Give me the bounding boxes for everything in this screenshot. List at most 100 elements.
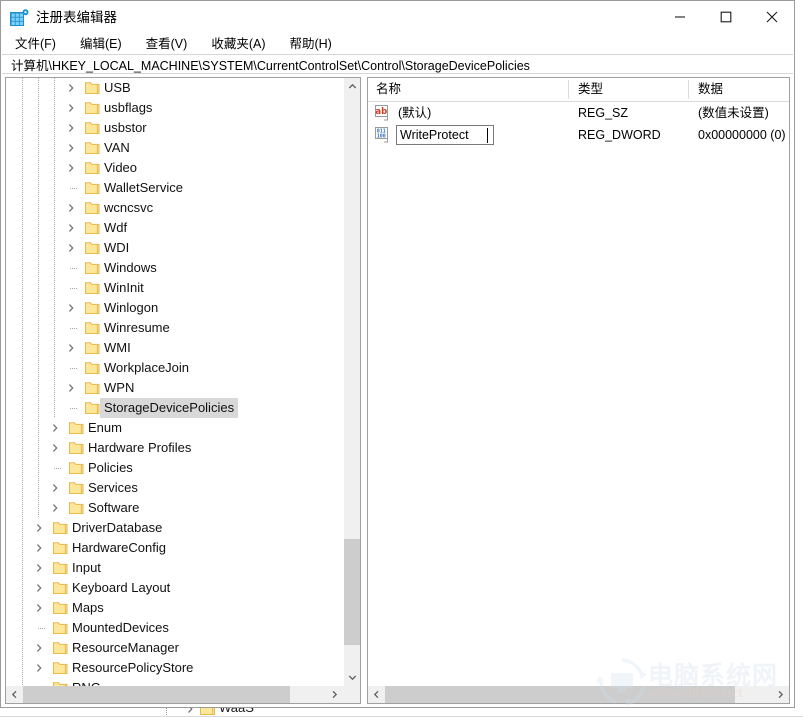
tree-item-wpn[interactable]: WPN (6, 378, 343, 398)
chevron-right-icon[interactable] (50, 423, 60, 433)
values-horizontal-scroll-thumb[interactable] (385, 686, 735, 703)
tree-guide-line (22, 618, 23, 638)
tree-item-mounteddevices[interactable]: MountedDevices (6, 618, 343, 638)
tree-item-wdi[interactable]: WDI (6, 238, 343, 258)
menu-help[interactable]: 帮助(H) (289, 33, 331, 52)
value-rename-input[interactable]: WriteProtect (396, 125, 494, 145)
folder-icon (53, 581, 68, 595)
tree-item-label: usbstor (104, 120, 147, 135)
tree-item-wmi[interactable]: WMI (6, 338, 343, 358)
tree-item-label: HardwareConfig (72, 540, 166, 555)
chevron-right-icon[interactable] (66, 103, 76, 113)
tree-vertical-scroll-thumb[interactable] (344, 539, 360, 645)
chevron-right-icon[interactable] (50, 443, 60, 453)
tree-item-policies[interactable]: Policies (6, 458, 343, 478)
chevron-right-icon[interactable] (34, 523, 44, 533)
chevron-right-icon[interactable] (50, 483, 60, 493)
values-scroll-right-button[interactable] (772, 686, 789, 703)
tree-item-usb[interactable]: USB (6, 78, 343, 98)
chevron-right-icon[interactable] (66, 83, 76, 93)
tree-guide-line (54, 198, 55, 218)
tree-elbow-line (70, 268, 78, 269)
tree-guide-line (22, 418, 23, 438)
tree-vertical-scrollbar[interactable] (343, 78, 360, 686)
chevron-right-icon[interactable] (66, 163, 76, 173)
folder-icon (53, 621, 68, 635)
column-header-name[interactable]: 名称 (368, 78, 401, 101)
tree-horizontal-scrollbar[interactable] (6, 686, 343, 703)
chevron-right-icon[interactable] (34, 603, 44, 613)
menu-view[interactable]: 查看(V) (146, 33, 188, 52)
minimize-button[interactable] (657, 1, 702, 32)
tree-item-workplacejoin[interactable]: WorkplaceJoin (6, 358, 343, 378)
tree-item-enum[interactable]: Enum (6, 418, 343, 438)
tree-item-driverdatabase[interactable]: DriverDatabase (6, 518, 343, 538)
tree-item-usbstor[interactable]: usbstor (6, 118, 343, 138)
tree-guide-line (22, 578, 23, 598)
column-divider-1[interactable] (568, 80, 569, 99)
chevron-right-icon[interactable] (66, 243, 76, 253)
tree-item-storagedevicepolicies[interactable]: StorageDevicePolicies (6, 398, 343, 418)
tree-guide-line (38, 78, 39, 98)
menu-favorites[interactable]: 收藏夹(A) (211, 33, 265, 52)
tree-item-keyboard-layout[interactable]: Keyboard Layout (6, 578, 343, 598)
tree-item-winlogon[interactable]: Winlogon (6, 298, 343, 318)
chevron-right-icon[interactable] (34, 543, 44, 553)
tree-item-video[interactable]: Video (6, 158, 343, 178)
chevron-right-icon[interactable] (66, 203, 76, 213)
tree-scroll-up-button[interactable] (344, 78, 360, 95)
chevron-right-icon[interactable] (50, 503, 60, 513)
tree-item-rng[interactable]: RNG (6, 678, 343, 686)
tree-item-wcncsvc[interactable]: wcncsvc (6, 198, 343, 218)
tree-item-resourcepolicystore[interactable]: ResourcePolicyStore (6, 658, 343, 678)
values-scroll-left-button[interactable] (368, 686, 385, 703)
values-horizontal-scrollbar[interactable] (368, 686, 789, 703)
tree-item-winresume[interactable]: Winresume (6, 318, 343, 338)
tree-item-hardware-profiles[interactable]: Hardware Profiles (6, 438, 343, 458)
chevron-right-icon[interactable] (66, 343, 76, 353)
menu-edit[interactable]: 编辑(E) (80, 33, 122, 52)
tree-item-software[interactable]: Software (6, 498, 343, 518)
tree-item-wininit[interactable]: WinInit (6, 278, 343, 298)
tree-item-services[interactable]: Services (6, 478, 343, 498)
chevron-right-icon[interactable] (66, 303, 76, 313)
folder-icon (53, 521, 68, 535)
chevron-right-icon[interactable] (34, 563, 44, 573)
tree-viewport[interactable]: USB usbflags usbstor VAN Video WalletService w… (6, 78, 343, 686)
tree-item-input[interactable]: Input (6, 558, 343, 578)
table-row[interactable]: 011 100 WriteProtect REG_DWORD 0x0000000… (368, 124, 789, 146)
tree-item-van[interactable]: VAN (6, 138, 343, 158)
chevron-right-icon[interactable] (34, 583, 44, 593)
tree-guide-line (38, 298, 39, 318)
tree-guide-line (38, 158, 39, 178)
column-header-type[interactable]: 类型 (570, 78, 603, 101)
address-bar[interactable]: 计算机\HKEY_LOCAL_MACHINE\SYSTEM\CurrentCon… (2, 54, 793, 74)
chevron-right-icon[interactable] (66, 143, 76, 153)
chevron-right-icon[interactable] (66, 123, 76, 133)
tree-scroll-right-button[interactable] (326, 686, 343, 703)
tree-item-label: Policies (88, 460, 133, 475)
tree-scroll-left-button[interactable] (6, 686, 23, 703)
maximize-button[interactable] (703, 1, 748, 32)
tree-item-hardwareconfig[interactable]: HardwareConfig (6, 538, 343, 558)
chevron-right-icon[interactable] (34, 643, 44, 653)
tree-item-usbflags[interactable]: usbflags (6, 98, 343, 118)
menu-file[interactable]: 文件(F) (15, 33, 56, 52)
tree-guide-line (38, 318, 39, 338)
column-header-data[interactable]: 数据 (690, 78, 723, 101)
column-divider-2[interactable] (688, 80, 689, 99)
close-button[interactable] (749, 1, 794, 32)
tree-guide-line (54, 78, 55, 98)
tree-item-resourcemanager[interactable]: ResourceManager (6, 638, 343, 658)
chevron-right-icon[interactable] (66, 383, 76, 393)
tree-scroll-down-button[interactable] (344, 669, 360, 686)
tree-item-windows[interactable]: Windows (6, 258, 343, 278)
chevron-right-icon[interactable] (66, 223, 76, 233)
tree-item-wdf[interactable]: Wdf (6, 218, 343, 238)
tree-item-maps[interactable]: Maps (6, 598, 343, 618)
table-row[interactable]: ab (默认) REG_SZ (数值未设置) (368, 102, 789, 124)
tree-item-walletservice[interactable]: WalletService (6, 178, 343, 198)
chevron-right-icon[interactable] (34, 663, 44, 673)
tree-horizontal-scroll-thumb[interactable] (23, 686, 290, 703)
folder-icon (85, 321, 100, 335)
